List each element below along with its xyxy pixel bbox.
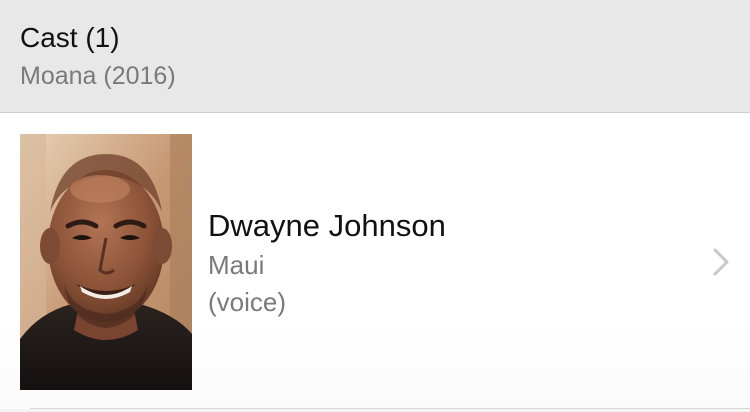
movie-subtitle: Moana (2016) bbox=[20, 62, 176, 90]
cast-list-item[interactable]: Dwayne Johnson Maui (voice) bbox=[0, 114, 750, 408]
chevron-right-icon bbox=[713, 248, 729, 276]
role-note: (voice) bbox=[208, 287, 287, 317]
person-headshot-photo bbox=[20, 134, 192, 390]
cast-screen: Cast (1) Moana (2016) Dwayne Johnson Mau… bbox=[0, 0, 750, 412]
character-name: Maui bbox=[208, 250, 265, 280]
actor-photo bbox=[20, 134, 192, 390]
actor-name: Dwayne Johnson bbox=[208, 208, 446, 243]
cast-header: Cast (1) Moana (2016) bbox=[0, 0, 750, 113]
page-title: Cast (1) bbox=[20, 22, 120, 53]
